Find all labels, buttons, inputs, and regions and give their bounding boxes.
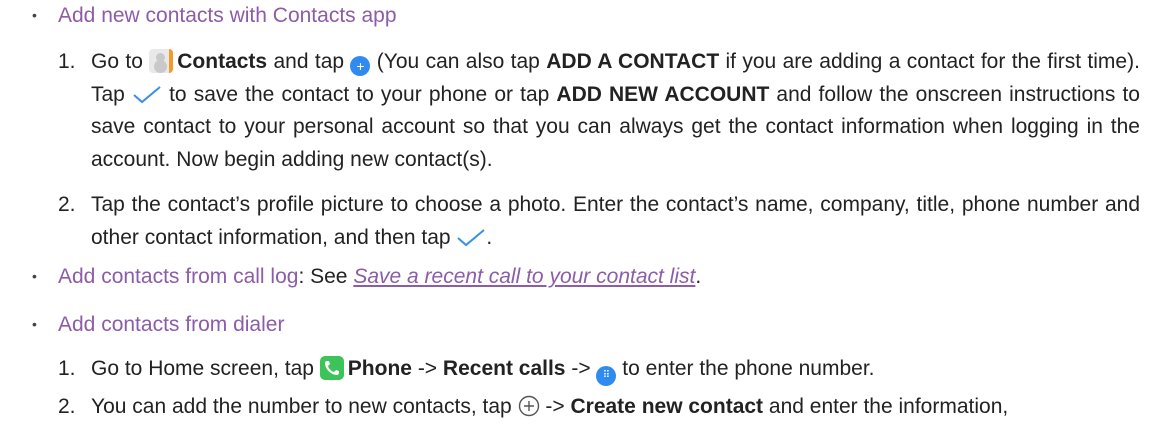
add-plus-icon: +	[350, 56, 371, 76]
contacts-label: Contacts	[177, 50, 268, 73]
bullet-dot: •	[32, 7, 37, 23]
step-item: 1. Go to Home screen, tap Phone -> Recen…	[58, 353, 1140, 386]
step-number: 2.	[58, 395, 76, 418]
add-new-account-label: ADD NEW ACCOUNT	[556, 82, 770, 106]
contacts-app-icon	[149, 49, 174, 73]
step-item: 2. Tap the contact’s profile picture to …	[58, 189, 1140, 254]
step-text: Tap the contact’s profile picture to cho…	[91, 193, 1140, 249]
step-text: Go to Home screen, tap Phone -> Recent c…	[91, 353, 1140, 386]
section-heading: Add contacts from call log: See Save a r…	[58, 265, 702, 288]
recent-calls-label: Recent calls	[442, 357, 566, 380]
step-text: Go to Contacts and tap + (You can also t…	[91, 49, 1140, 171]
step-number: 1.	[58, 50, 76, 73]
step-number: 1.	[58, 357, 76, 380]
step-item: 1. Go to Contacts and tap + (You can als…	[58, 46, 1140, 176]
step-item: 2. You can add the number to new contact…	[58, 391, 1140, 424]
step-number: 2.	[58, 193, 76, 216]
plus-circle-icon	[518, 395, 539, 417]
document-page: • Add new contacts with Contacts app 1. …	[0, 0, 1160, 418]
recent-call-link[interactable]: Save a recent call to your contact list	[353, 265, 695, 288]
phone-label: Phone	[347, 357, 412, 380]
checkmark-icon	[457, 228, 486, 246]
section-heading: Add new contacts with Contacts app	[58, 4, 397, 27]
checkmark-icon	[133, 85, 161, 103]
bullet-dot: •	[32, 316, 37, 332]
bullet-dot: •	[32, 268, 37, 284]
add-contact-label: ADD A CONTACT	[546, 50, 720, 73]
phone-app-icon	[319, 356, 344, 380]
create-new-contact-label: Create new contact	[570, 395, 764, 418]
step-text: You can add the number to new contacts, …	[91, 395, 1009, 418]
dialpad-icon: ⠿	[596, 366, 617, 386]
section-heading: Add contacts from dialer	[58, 313, 285, 336]
